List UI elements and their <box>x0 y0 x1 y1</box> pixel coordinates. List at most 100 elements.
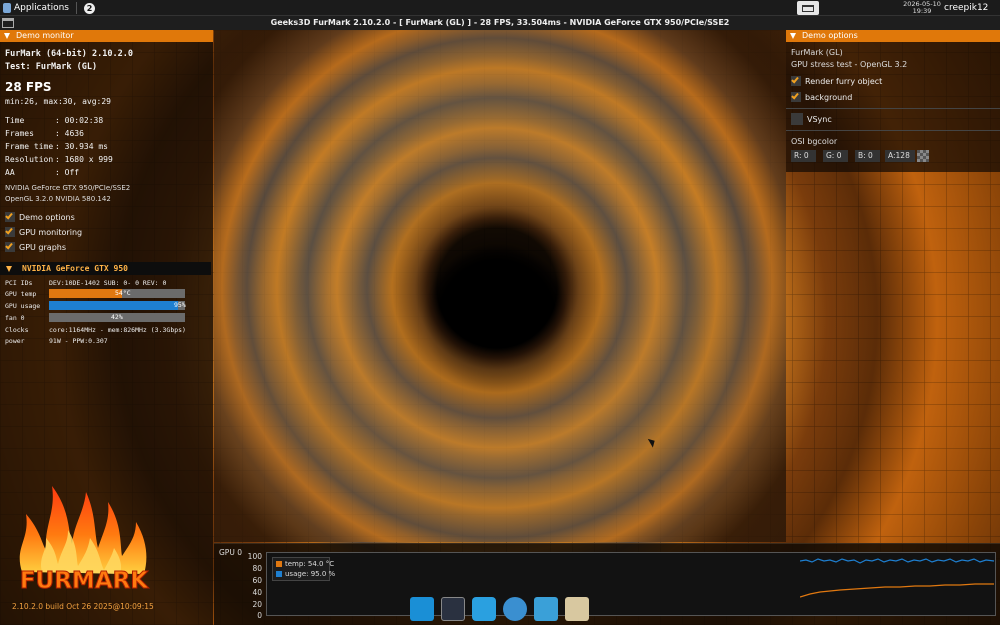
usage-line <box>800 558 995 564</box>
fan-bar: 42% <box>49 313 185 322</box>
collapse-triangle-icon <box>6 266 12 272</box>
stat-frame-time: Frame time: 30.934 ms <box>5 142 108 151</box>
graph-label: GPU 0 <box>219 548 242 557</box>
gpu-usage-bar: 95% <box>49 301 186 310</box>
checkbox-box[interactable] <box>791 75 801 86</box>
applications-menu[interactable]: Applications 2 <box>0 0 98 16</box>
clocks-row: Clocks core:1164MHz - mem:826MHz (3.3Gbps… <box>5 326 186 334</box>
clock[interactable]: 2026-05-10 19:39 <box>903 0 941 16</box>
legend-usage: usage: 95.0 % <box>276 570 335 578</box>
y-tick-label: 0 <box>257 611 262 620</box>
y-tick-label: 40 <box>252 588 262 597</box>
osi-bgcolor-label: OSI bgcolor <box>791 137 838 146</box>
svg-text:FURMARK: FURMARK <box>20 568 149 594</box>
checkbox-box[interactable] <box>5 241 15 252</box>
pci-ids-row: PCI IDs DEV:10DE-1402 SUB: 0- 0 REV: 0 <box>5 279 167 287</box>
fur-donut-render <box>214 30 786 542</box>
workspace-badge[interactable]: 2 <box>83 2 95 14</box>
terminal-icon[interactable] <box>441 597 465 621</box>
clock-time: 19:39 <box>912 7 932 15</box>
osi-a-input[interactable]: A:128 <box>885 150 915 162</box>
panel-separator <box>75 2 77 14</box>
opengl-version: OpenGL 3.2.0 NVIDIA 580.142 <box>5 195 111 203</box>
gpu-temp-value: 54°C <box>115 289 131 297</box>
gpu-usage-label: GPU usage <box>5 302 41 310</box>
gpu-temp-bar: 54°C <box>49 289 185 298</box>
web-browser-icon[interactable] <box>503 597 527 621</box>
osi-r-input[interactable]: R: 0 <box>791 150 816 162</box>
fan-value: 42% <box>111 313 123 321</box>
window-button[interactable] <box>797 1 819 15</box>
user-menu[interactable]: creepik12 <box>944 0 988 16</box>
divider <box>786 130 1000 131</box>
gpu-monitor-title: NVIDIA GeForce GTX 950 <box>22 264 128 273</box>
graph-lines <box>800 558 995 598</box>
demo-monitor-header[interactable]: Demo monitor <box>0 30 213 42</box>
temp-line <box>800 583 994 598</box>
osi-b-input[interactable]: B: 0 <box>855 150 880 162</box>
build-info: 2.10.2.0 build Oct 26 2025@10:09:15 <box>12 602 154 611</box>
checkbox-background[interactable]: background <box>791 91 852 103</box>
applications-logo-icon <box>3 3 11 13</box>
fps-minmax: min:26, max:30, avg:29 <box>5 97 111 106</box>
legend-temp: temp: 54.0 °C <box>276 560 334 568</box>
checkmark-icon <box>5 241 13 250</box>
collapse-triangle-icon <box>790 33 796 39</box>
app-finder-icon[interactable] <box>534 597 558 621</box>
collapse-triangle-icon <box>4 33 10 39</box>
fan-fill <box>49 313 107 322</box>
y-tick-label: 20 <box>252 600 262 609</box>
demo-options-title: Demo options <box>802 31 858 40</box>
osi-g-input[interactable]: G: 0 <box>823 150 848 162</box>
checkbox-demo-options[interactable]: Demo options <box>5 211 75 223</box>
y-tick-label: 100 <box>247 552 262 561</box>
checkmark-icon <box>791 75 799 84</box>
demo-options-header[interactable]: Demo options <box>786 30 1000 42</box>
checkbox-label: Demo options <box>19 212 75 222</box>
checkmark-icon <box>791 91 799 100</box>
fan-label: fan 0 <box>5 314 25 322</box>
test-name: Test: FurMark (GL) <box>5 62 98 72</box>
furmark-version: FurMark (64-bit) 2.10.2.0 <box>5 49 133 59</box>
divider <box>786 108 1000 109</box>
osi-color-swatch[interactable] <box>917 150 929 162</box>
checkbox-label: GPU monitoring <box>19 227 83 237</box>
checkbox-box[interactable] <box>791 113 803 125</box>
folder-icon[interactable] <box>565 597 589 621</box>
y-tick-label: 80 <box>252 564 262 573</box>
gpu-temp-fill <box>49 289 123 298</box>
furmark-logo: FURMARK <box>19 486 150 595</box>
gpu-usage-value: 95% <box>174 301 186 309</box>
dock <box>410 596 590 622</box>
window-title: Geeks3D FurMark 2.10.2.0 - [ FurMark (GL… <box>270 18 730 27</box>
checkbox-box[interactable] <box>5 211 15 222</box>
gpu-usage-fill <box>49 301 179 310</box>
demo-name: FurMark (GL) <box>791 48 843 57</box>
gpu-temp-label: GPU temp <box>5 290 37 298</box>
stat-aa: AA: Off <box>5 168 80 177</box>
checkbox-render-furry-object[interactable]: Render furry object <box>791 75 882 87</box>
checkbox-label: Render furry object <box>805 76 883 86</box>
checkbox-box[interactable] <box>5 226 15 237</box>
gpu-graph-panel: GPU 0 100 80 60 40 20 0 temp: 54.0 °C us… <box>214 543 1000 625</box>
show-desktop-icon[interactable] <box>410 597 434 621</box>
y-tick-label: 60 <box>252 576 262 585</box>
file-manager-icon[interactable] <box>472 597 496 621</box>
checkmark-icon <box>5 226 13 235</box>
demo-monitor-title: Demo monitor <box>16 31 74 40</box>
demo-subtitle: GPU stress test - OpenGL 3.2 <box>791 60 908 69</box>
fps-value: 28 FPS <box>5 80 52 94</box>
gpu-renderer: NVIDIA GeForce GTX 950/PCIe/SSE2 <box>5 184 131 192</box>
stat-time: Time: 00:02:38 <box>5 116 104 125</box>
checkbox-gpu-graphs[interactable]: GPU graphs <box>5 241 66 253</box>
power-row: power 91W - PPW:0.307 <box>5 337 108 345</box>
window-icon <box>802 4 814 12</box>
checkbox-box[interactable] <box>791 91 801 102</box>
checkbox-gpu-monitoring[interactable]: GPU monitoring <box>5 226 82 238</box>
checkmark-icon <box>5 211 13 220</box>
graph-legend: temp: 54.0 °C usage: 95.0 % <box>272 557 335 581</box>
checkbox-label: background <box>805 92 853 102</box>
window-titlebar[interactable]: Geeks3D FurMark 2.10.2.0 - [ FurMark (GL… <box>0 16 1000 30</box>
gpu-monitor-header[interactable]: NVIDIA GeForce GTX 950 <box>0 262 211 275</box>
checkbox-vsync[interactable]: VSync <box>791 113 832 125</box>
